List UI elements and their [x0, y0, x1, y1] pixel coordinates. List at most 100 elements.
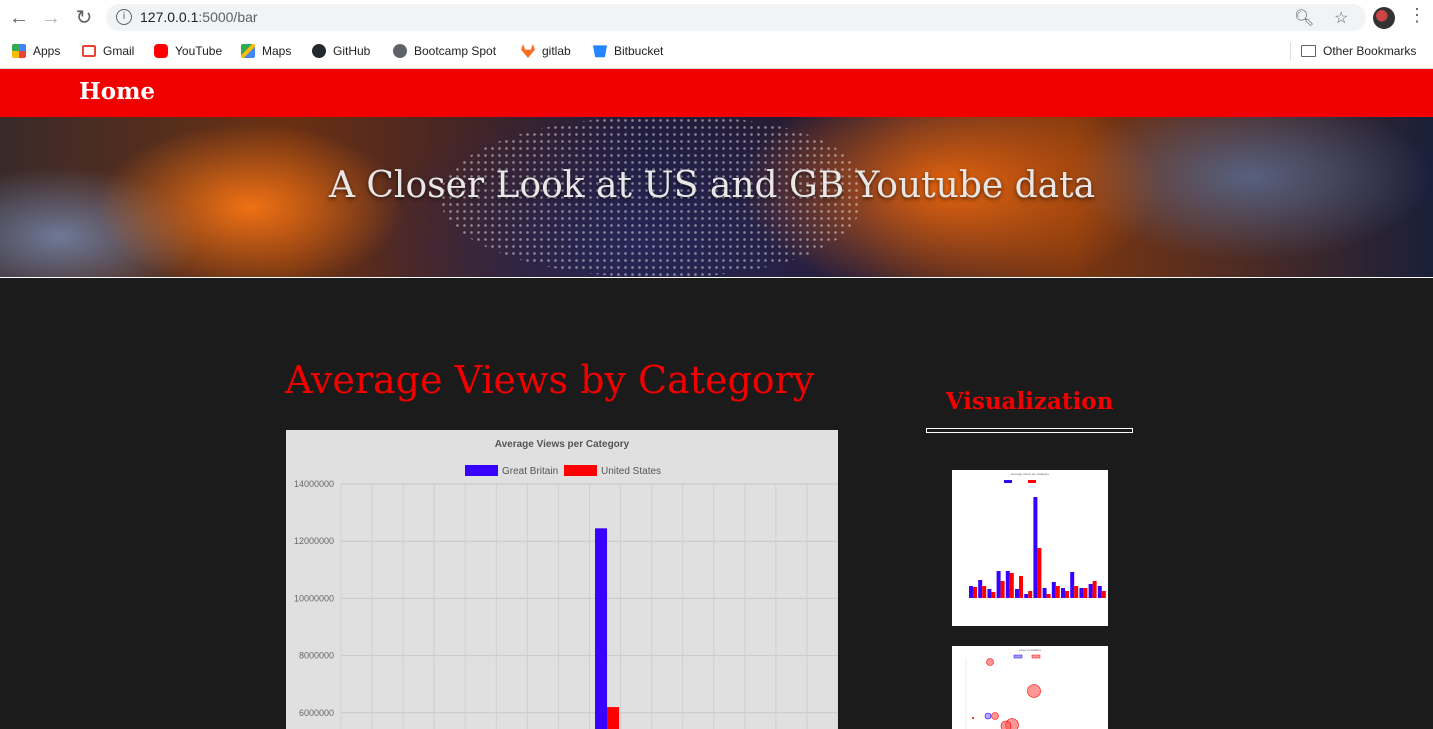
bookmarks-bar: Apps Gmail YouTube Maps GitHub Bootcamp …: [0, 35, 1433, 69]
legend-label-gb[interactable]: Great Britain: [502, 466, 558, 477]
bookmarks-separator: [1290, 42, 1291, 60]
bookmark-gmail[interactable]: Gmail: [82, 42, 134, 60]
reload-icon[interactable]: ↻: [71, 5, 97, 31]
scatter-point: [991, 712, 999, 720]
bookmark-other[interactable]: Other Bookmarks: [1301, 42, 1416, 60]
gitlab-icon: [521, 44, 535, 58]
page-heading: Average Views by Category: [285, 358, 815, 402]
bookmark-bootcamp-spot[interactable]: Bootcamp Spot: [393, 42, 496, 60]
thumb-bar: [991, 592, 996, 598]
browser-toolbar: ← → ↻ i 127.0.0.1:5000/bar 🔍︎ ☆ ⋮: [0, 0, 1433, 35]
thumbnail-title: Average Views per Category: [1011, 472, 1050, 476]
bookmark-youtube[interactable]: YouTube: [154, 42, 222, 60]
thumb-legend-gb: [1013, 654, 1023, 659]
bookmark-maps[interactable]: Maps: [241, 42, 291, 60]
bookmark-label: Maps: [262, 44, 292, 58]
url-host: 127.0.0.1: [140, 9, 199, 25]
scatter-point: [972, 717, 974, 719]
bar-thumbnail-svg: Average Views per Category: [969, 472, 1106, 598]
bookmark-label: Bitbucket: [614, 44, 664, 58]
site-navbar: Home: [0, 69, 1433, 117]
zoom-icon[interactable]: 🔍︎: [1294, 8, 1314, 28]
thumb-bar: [987, 589, 992, 598]
bookmark-label: gitlab: [542, 44, 571, 58]
thumb-bar: [1079, 588, 1084, 598]
y-tick-label: 6000000: [299, 708, 334, 718]
legend-swatch-gb[interactable]: [465, 465, 498, 476]
bar-chart-thumbnail[interactable]: Average Views per Category: [952, 470, 1108, 626]
thumb-bar: [1065, 591, 1069, 598]
thumb-legend-gb: [1004, 480, 1012, 483]
thumb-bar: [1051, 582, 1056, 598]
thumb-bar: [1074, 586, 1079, 598]
thumb-bar: [1070, 572, 1075, 598]
hero-title: A Closer Look at US and GB Youtube data: [328, 165, 1096, 206]
bitbucket-icon: [593, 45, 607, 58]
thumb-bar: [982, 586, 987, 598]
thumb-bar: [969, 586, 973, 598]
bookmark-star-icon[interactable]: ☆: [1334, 8, 1348, 28]
bookmark-apps[interactable]: Apps: [12, 42, 60, 60]
scatter-chart-thumbnail[interactable]: Likes vs Dislikes: [952, 646, 1108, 729]
bookmark-github[interactable]: GitHub: [312, 42, 370, 60]
thumb-bar: [1061, 588, 1065, 598]
legend-swatch-us[interactable]: [564, 465, 597, 476]
bookmark-bitbucket[interactable]: Bitbucket: [593, 42, 663, 60]
gmail-icon: [82, 45, 96, 57]
address-bar[interactable]: i 127.0.0.1:5000/bar 🔍︎ ☆: [106, 4, 1366, 31]
thumb-bars: [969, 497, 1106, 598]
thumb-legend-us: [1031, 654, 1041, 659]
thumb-bar: [1009, 573, 1014, 598]
thumb-bar: [1000, 581, 1005, 598]
y-tick-label: 12000000: [294, 536, 334, 546]
thumb-bar: [1024, 594, 1029, 598]
thumb-bar: [1055, 586, 1060, 598]
bookmark-label: Gmail: [103, 44, 135, 58]
thumb-bar: [1101, 591, 1106, 598]
bookmark-label: GitHub: [333, 44, 371, 58]
thumb-scatter-points: [972, 658, 1041, 729]
youtube-icon: [154, 44, 168, 58]
maps-icon: [241, 44, 255, 58]
thumb-bar: [1083, 588, 1088, 598]
thumb-bar: [1097, 586, 1102, 598]
browser-menu-icon[interactable]: ⋮: [1408, 5, 1426, 26]
forward-arrow-icon[interactable]: →: [38, 5, 64, 31]
back-arrow-icon[interactable]: ←: [6, 5, 32, 31]
average-views-chart: Average Views per Category Great Britain…: [286, 430, 838, 729]
thumb-bar: [1019, 576, 1023, 598]
y-tick-label: 10000000: [294, 593, 334, 603]
bookmark-label: Other Bookmarks: [1323, 44, 1417, 58]
chart-svg: Average Views per Category Great Britain…: [294, 439, 838, 729]
thumb-bar: [1042, 588, 1047, 598]
apps-grid-icon: [12, 44, 26, 58]
github-icon: [312, 44, 326, 58]
scatter-point: [1027, 684, 1041, 698]
scatter-thumbnail-svg: Likes vs Dislikes: [965, 648, 1041, 729]
home-link[interactable]: Home: [79, 78, 155, 105]
thumb-bar: [1015, 589, 1019, 598]
globe-icon: [393, 44, 407, 58]
bookmark-label: YouTube: [175, 44, 223, 58]
thumb-bar: [978, 580, 983, 598]
y-tick-label: 14000000: [294, 479, 334, 489]
bookmark-label: Bootcamp Spot: [414, 44, 497, 58]
thumb-bar: [996, 571, 1001, 598]
site-info-icon[interactable]: i: [116, 9, 132, 25]
chart-grid: 14000000 12000000 10000000 8000000 6000000: [294, 479, 838, 729]
bookmark-gitlab[interactable]: gitlab: [521, 42, 571, 60]
chart-bars: [595, 528, 620, 729]
folder-icon: [1301, 45, 1316, 57]
thumb-bar: [973, 587, 977, 598]
profile-avatar[interactable]: [1373, 7, 1395, 29]
url-path: :5000/bar: [198, 9, 258, 25]
thumb-bar: [1092, 581, 1097, 598]
legend-label-us[interactable]: United States: [601, 466, 661, 477]
url-text[interactable]: 127.0.0.1:5000/bar: [140, 9, 258, 25]
bar-great-britain[interactable]: [595, 528, 608, 729]
y-tick-label: 8000000: [299, 651, 334, 661]
bar-united-states[interactable]: [607, 707, 620, 729]
thumb-bar: [1005, 571, 1010, 598]
thumb-legend-us: [1028, 480, 1036, 483]
chart-title: Average Views per Category: [495, 439, 630, 450]
